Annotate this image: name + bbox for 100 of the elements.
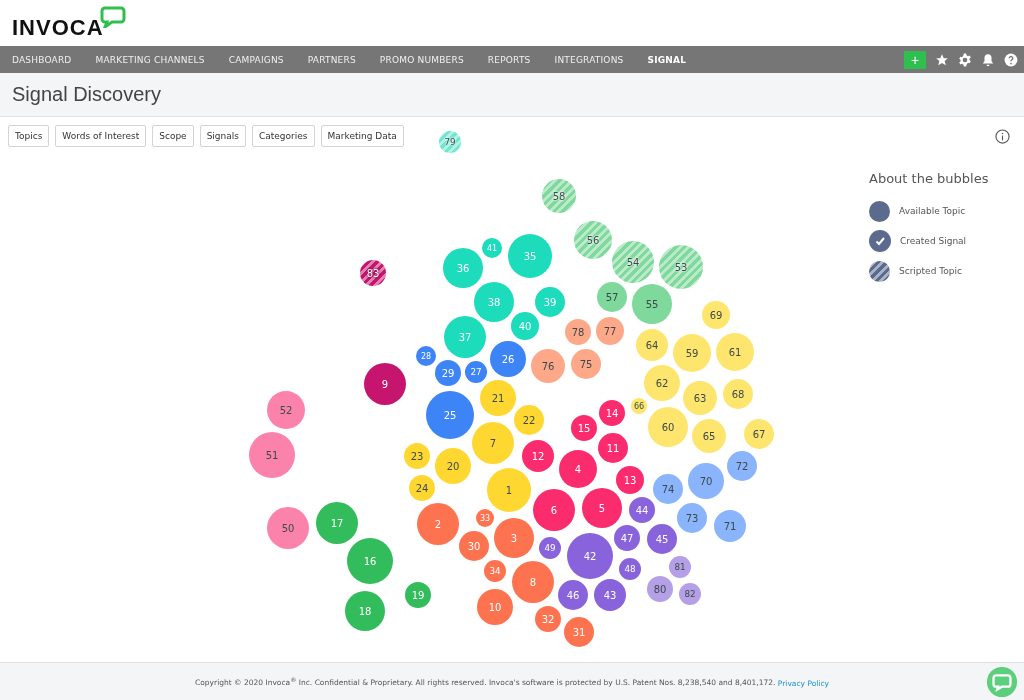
topic-bubble[interactable]: 43 (594, 579, 626, 611)
topic-bubble[interactable]: 20 (435, 448, 471, 484)
logo[interactable]: INVOCA (12, 16, 104, 40)
topic-bubble[interactable]: 51 (249, 432, 295, 478)
nav-tab[interactable]: MARKETING CHANNELS (83, 54, 217, 65)
topic-bubble[interactable]: 82 (679, 583, 701, 605)
notification-bell-icon[interactable] (981, 52, 995, 67)
topic-bubble[interactable]: 24 (409, 475, 435, 501)
topic-bubble[interactable]: 15 (571, 415, 597, 441)
topic-bubble[interactable]: 11 (598, 433, 628, 463)
topic-bubble[interactable]: 28 (416, 346, 436, 366)
nav-tab[interactable]: PARTNERS (295, 54, 368, 65)
topic-bubble[interactable]: 33 (476, 509, 494, 527)
topic-bubble[interactable]: 75 (571, 349, 601, 379)
topic-bubble[interactable]: 21 (480, 380, 516, 416)
legend-label: Scripted Topic (899, 266, 962, 276)
topic-bubble[interactable]: 45 (647, 524, 677, 554)
topic-bubble[interactable]: 57 (597, 282, 627, 312)
topic-bubble[interactable]: 14 (599, 400, 625, 426)
topic-bubble[interactable]: 61 (716, 333, 754, 371)
topic-bubble[interactable]: 16 (347, 538, 393, 584)
topic-bubble[interactable]: 17 (316, 502, 358, 544)
topic-bubble[interactable]: 76 (531, 349, 565, 383)
topic-bubble[interactable]: 50 (267, 507, 309, 549)
topic-bubble[interactable]: 52 (267, 391, 305, 429)
topic-bubble[interactable]: 31 (564, 617, 594, 647)
topic-bubble[interactable]: 73 (677, 503, 707, 533)
topic-bubble[interactable]: 4 (559, 450, 597, 488)
topic-bubble[interactable]: 7 (472, 422, 514, 464)
topic-bubble[interactable]: 70 (688, 463, 724, 499)
topic-bubble[interactable]: 32 (535, 606, 561, 632)
info-icon[interactable] (995, 128, 1010, 144)
topic-bubble[interactable]: 13 (616, 466, 644, 494)
add-button[interactable]: + (904, 50, 926, 69)
topic-bubble[interactable]: 59 (673, 334, 711, 372)
topic-bubble[interactable]: 63 (683, 381, 717, 415)
topic-bubble[interactable]: 67 (744, 419, 774, 449)
striped-circle-icon (869, 260, 890, 282)
filter-button[interactable]: Topics (8, 125, 50, 147)
topic-bubble[interactable]: 10 (477, 589, 513, 625)
topic-bubble[interactable]: 58 (542, 179, 576, 213)
topic-bubble[interactable]: 9 (364, 363, 406, 405)
topic-bubble[interactable]: 34 (484, 560, 506, 582)
topic-bubble[interactable]: 49 (539, 537, 561, 559)
topic-bubble[interactable]: 27 (465, 361, 487, 383)
topic-bubble[interactable]: 22 (514, 405, 544, 435)
topic-bubble[interactable]: 66 (631, 398, 647, 414)
topic-bubble[interactable]: 30 (459, 531, 489, 561)
topic-bubble[interactable]: 74 (653, 474, 683, 504)
topic-bubble[interactable]: 60 (648, 407, 688, 447)
topic-bubble[interactable]: 79 (439, 131, 461, 153)
topic-bubble[interactable]: 55 (632, 284, 672, 324)
topic-bubble[interactable]: 1 (487, 468, 531, 512)
settings-icon[interactable] (958, 52, 972, 67)
topic-bubble[interactable]: 65 (692, 419, 726, 453)
topic-bubble[interactable]: 5 (582, 488, 622, 528)
topic-bubble[interactable]: 77 (596, 317, 624, 345)
nav-tab[interactable]: REPORTS (475, 54, 543, 65)
topic-bubble[interactable]: 8 (512, 561, 554, 603)
topic-bubble[interactable]: 68 (723, 379, 753, 409)
topic-bubble[interactable]: 53 (659, 245, 703, 289)
topic-bubble[interactable]: 12 (522, 440, 554, 472)
topic-bubble[interactable]: 46 (558, 580, 588, 610)
topic-bubble[interactable]: 81 (669, 556, 691, 578)
topic-bubble[interactable]: 64 (636, 329, 668, 361)
filter-button[interactable]: Categories (252, 125, 315, 147)
topic-bubble[interactable]: 3 (494, 518, 534, 558)
topic-bubble[interactable]: 56 (574, 221, 612, 259)
filter-button[interactable]: Marketing Data (320, 125, 404, 147)
topic-bubble[interactable]: 19 (405, 582, 431, 608)
nav-tab[interactable]: CAMPAIGNS (216, 54, 296, 65)
topic-bubble[interactable]: 71 (714, 510, 746, 542)
topic-bubble[interactable]: 78 (565, 319, 591, 345)
topic-bubble[interactable]: 47 (614, 525, 640, 551)
topic-bubble[interactable]: 80 (647, 576, 673, 602)
topic-bubble[interactable]: 62 (644, 365, 680, 401)
topic-bubble[interactable]: 23 (404, 443, 430, 469)
filter-button[interactable]: Words of Interest (55, 125, 147, 147)
nav-tab[interactable]: INTEGRATIONS (542, 54, 636, 65)
page-title: Signal Discovery (12, 83, 161, 106)
topic-bubble[interactable]: 54 (612, 241, 654, 283)
help-icon[interactable] (1004, 52, 1018, 67)
topic-bubble[interactable]: 26 (490, 341, 526, 377)
topic-bubble[interactable]: 2 (417, 503, 459, 545)
topic-bubble[interactable]: 44 (629, 497, 655, 523)
filter-button[interactable]: Signals (199, 125, 246, 147)
nav-tab[interactable]: PROMO NUMBERS (367, 54, 476, 65)
topic-bubble[interactable]: 72 (727, 451, 757, 481)
topic-bubble[interactable]: 48 (619, 558, 641, 580)
filter-button[interactable]: Scope (152, 125, 194, 147)
topic-bubble[interactable]: 18 (345, 591, 385, 631)
topic-bubble[interactable]: 69 (702, 301, 730, 329)
topic-bubble[interactable]: 29 (435, 360, 461, 386)
topic-bubble[interactable]: 25 (426, 391, 474, 439)
star-icon[interactable] (935, 52, 949, 67)
topic-bubble[interactable]: 6 (533, 489, 575, 531)
nav-tab[interactable]: SIGNAL (635, 54, 699, 65)
legend-title: About the bubbles (869, 171, 989, 186)
topic-bubble[interactable]: 42 (567, 533, 613, 579)
nav-tab[interactable]: DASHBOARD (0, 54, 84, 65)
